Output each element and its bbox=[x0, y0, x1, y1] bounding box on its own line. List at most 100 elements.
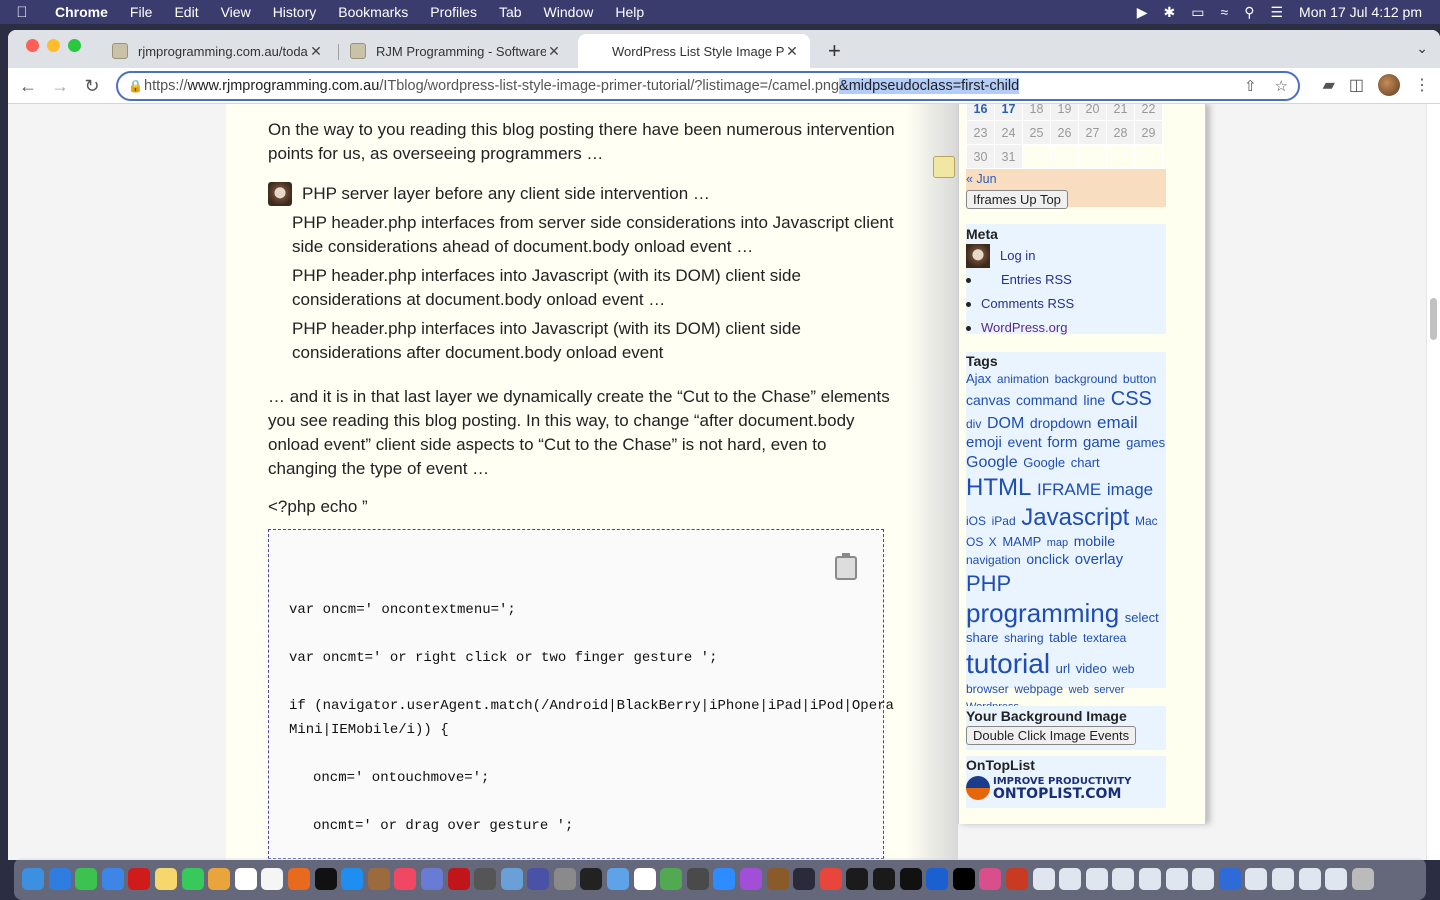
folder8-dock-icon[interactable] bbox=[1245, 868, 1268, 890]
menu-profiles[interactable]: Profiles bbox=[419, 4, 488, 20]
tag-link[interactable]: image bbox=[1107, 480, 1153, 499]
folder2-dock-icon[interactable] bbox=[1059, 868, 1082, 890]
tag-link[interactable]: event bbox=[1007, 434, 1041, 450]
bluetooth-icon[interactable]: ✱ bbox=[1164, 4, 1176, 21]
tag-link[interactable]: form bbox=[1047, 434, 1077, 451]
back-arrow-icon[interactable]: ← bbox=[16, 74, 40, 98]
menu-window[interactable]: Window bbox=[533, 4, 605, 20]
tag-link[interactable]: command line bbox=[1016, 392, 1105, 408]
menu-history[interactable]: History bbox=[262, 4, 328, 20]
wifi-icon[interactable]: ≈ bbox=[1221, 4, 1229, 20]
facetime-dock-icon[interactable] bbox=[181, 868, 204, 890]
menu-tab[interactable]: Tab bbox=[488, 4, 533, 20]
new-tab-plus-icon[interactable]: + bbox=[828, 38, 841, 64]
tab-close-icon[interactable]: ✕ bbox=[546, 43, 562, 60]
bookmark-star-icon[interactable]: ☆ bbox=[1275, 77, 1288, 95]
settings-like-dock-icon[interactable] bbox=[367, 868, 390, 890]
bbedit-dock-icon[interactable] bbox=[527, 868, 550, 890]
meta-wordpress-link[interactable]: WordPress.org bbox=[981, 316, 1067, 340]
forward-arrow-icon[interactable]: → bbox=[48, 74, 72, 98]
calendar-day[interactable]: 17 bbox=[994, 104, 1023, 121]
tab-close-icon[interactable]: ✕ bbox=[308, 43, 324, 60]
safari-dock-icon[interactable] bbox=[48, 868, 71, 890]
appletv-dock-icon[interactable] bbox=[314, 868, 337, 890]
spotlight-search-icon[interactable]: ⚲ bbox=[1244, 4, 1254, 21]
menu-edit[interactable]: Edit bbox=[163, 4, 209, 20]
profile-avatar[interactable] bbox=[1378, 74, 1400, 96]
tag-link[interactable]: PHP bbox=[966, 571, 1011, 596]
tag-link[interactable]: overlay bbox=[1075, 551, 1123, 568]
pencil-dock-icon[interactable] bbox=[500, 868, 523, 890]
system-prefs-dock-icon[interactable] bbox=[553, 868, 576, 890]
close-window-button[interactable] bbox=[26, 39, 39, 52]
calendar-day[interactable]: 16 bbox=[966, 104, 995, 121]
globe-dock-icon[interactable] bbox=[1218, 868, 1241, 890]
tab-rjmprogramming-today[interactable]: rjmprogramming.com.au/today ✕ bbox=[102, 34, 334, 68]
appstore-dock-icon[interactable] bbox=[341, 868, 364, 890]
apple-menu-icon[interactable]:  bbox=[0, 4, 44, 21]
tag-link[interactable]: emoji bbox=[966, 434, 1002, 451]
maps-dock-icon[interactable] bbox=[660, 868, 683, 890]
iframes-up-top-button[interactable]: Iframes Up Top bbox=[966, 190, 1068, 209]
page-scrollbar[interactable] bbox=[1426, 104, 1440, 860]
folder10-dock-icon[interactable] bbox=[1298, 868, 1321, 890]
tag-link[interactable]: share bbox=[966, 630, 999, 645]
meta-entries-link[interactable]: Entries RSS bbox=[1001, 268, 1072, 292]
tab-wordpress-list-style[interactable]: WordPress List Style Image Pri ✕ bbox=[578, 34, 810, 68]
folder6-dock-icon[interactable] bbox=[1165, 868, 1188, 890]
tag-link[interactable]: background bbox=[1055, 372, 1118, 386]
tag-link[interactable]: canvas bbox=[966, 392, 1010, 408]
preview-dock-icon[interactable] bbox=[607, 868, 630, 890]
play-icon[interactable]: ▶ bbox=[1137, 4, 1148, 21]
tag-link[interactable]: IFRAME bbox=[1037, 480, 1101, 499]
folder7-dock-icon[interactable] bbox=[1192, 868, 1215, 890]
tag-link[interactable]: iPad bbox=[992, 514, 1016, 528]
mail-dock-icon[interactable] bbox=[101, 868, 124, 890]
book-dock-icon[interactable] bbox=[766, 868, 789, 890]
zoom-dock-icon[interactable] bbox=[713, 868, 736, 890]
tag-link[interactable]: programming bbox=[966, 598, 1119, 628]
double-click-image-events-button[interactable]: Double Click Image Events bbox=[966, 726, 1137, 745]
kebab-menu-icon[interactable]: ⋮ bbox=[1414, 75, 1430, 95]
calculator-dock-icon[interactable] bbox=[474, 868, 497, 890]
meta-item-login[interactable]: Log in bbox=[966, 244, 1166, 268]
triangle-dock-icon[interactable] bbox=[926, 868, 949, 890]
tag-link[interactable]: CSS bbox=[1111, 388, 1152, 410]
inkscape-dock-icon[interactable] bbox=[873, 868, 895, 890]
messages-dock-icon[interactable] bbox=[75, 868, 98, 890]
tag-link[interactable]: textarea bbox=[1083, 631, 1126, 645]
share-icon[interactable]: ⇧ bbox=[1244, 77, 1257, 95]
chrome-dock-icon[interactable] bbox=[819, 868, 842, 890]
tag-link[interactable]: DOM bbox=[987, 415, 1024, 432]
tag-link[interactable]: web server bbox=[1069, 684, 1125, 696]
folder1-dock-icon[interactable] bbox=[1032, 868, 1055, 890]
tag-link[interactable]: games bbox=[1126, 435, 1165, 450]
tab-search-chevron-icon[interactable]: ⌄ bbox=[1416, 40, 1428, 57]
extensions-puzzle-icon[interactable]: ▰ bbox=[1323, 75, 1335, 95]
meta-item-comments[interactable]: Comments RSS bbox=[966, 292, 1166, 316]
terminal2-dock-icon[interactable] bbox=[952, 868, 975, 890]
tag-link[interactable]: table bbox=[1049, 630, 1077, 645]
folder3-dock-icon[interactable] bbox=[1085, 868, 1108, 890]
tag-link[interactable]: email bbox=[1097, 413, 1138, 432]
textedit-dock-icon[interactable] bbox=[633, 868, 656, 890]
tag-link[interactable]: Ajax bbox=[966, 371, 991, 386]
finder-dock-icon[interactable] bbox=[22, 868, 44, 890]
code-block[interactable]: var oncm=' oncontextmenu='; var oncmt=' … bbox=[268, 529, 894, 859]
side-panel-icon[interactable]: ◫ bbox=[1349, 75, 1364, 95]
tag-link[interactable]: mobile bbox=[1074, 533, 1115, 549]
tab-rjm-programming[interactable]: RJM Programming - Software I ✕ bbox=[340, 34, 572, 68]
control-center-icon[interactable]: ☰ bbox=[1270, 4, 1283, 21]
launchpad-dock-icon[interactable] bbox=[420, 868, 443, 890]
menu-bookmarks[interactable]: Bookmarks bbox=[327, 4, 419, 20]
lock-icon[interactable]: 🔒 bbox=[128, 79, 144, 93]
tag-link[interactable]: Google chart bbox=[1023, 455, 1099, 470]
tag-link[interactable]: button bbox=[1123, 372, 1156, 386]
photos-dock-icon[interactable] bbox=[208, 868, 231, 890]
meta-item-wordpress[interactable]: WordPress.org bbox=[966, 316, 1166, 340]
battery-icon[interactable]: ▭ bbox=[1191, 4, 1204, 21]
firefox-dock-icon[interactable] bbox=[287, 868, 310, 890]
prev-month-link[interactable]: « Jun bbox=[966, 172, 997, 186]
tag-link[interactable]: onclick bbox=[1026, 551, 1069, 567]
tag-link[interactable]: Javascript bbox=[1021, 504, 1129, 531]
